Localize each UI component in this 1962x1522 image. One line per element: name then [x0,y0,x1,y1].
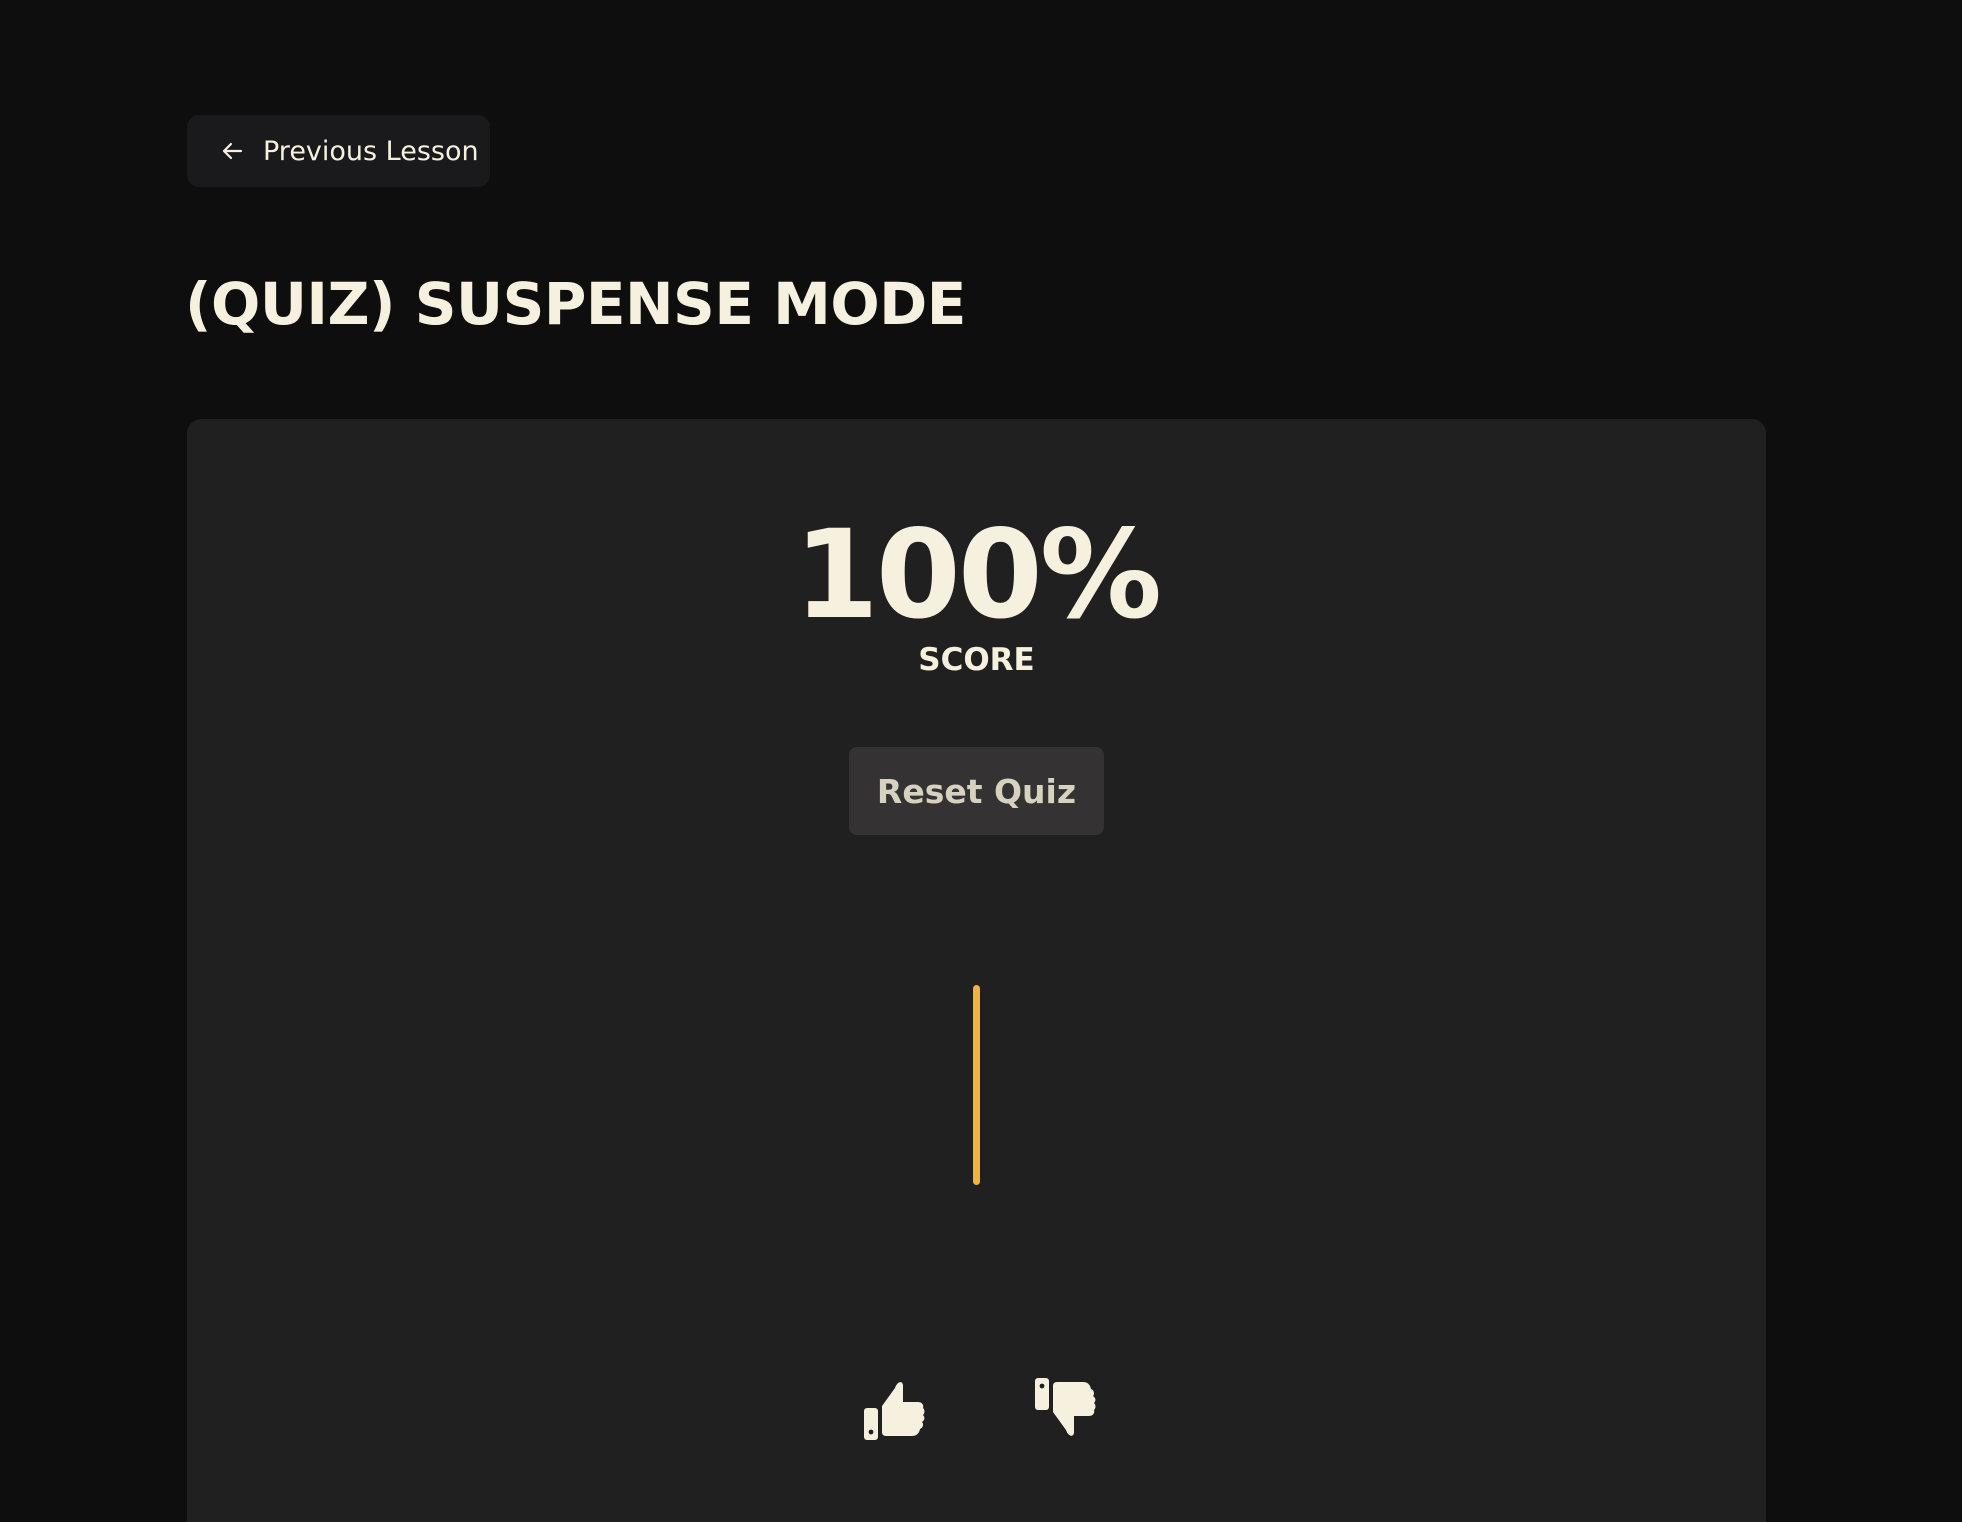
loading-indicator [973,985,980,1185]
previous-lesson-label: Previous Lesson [263,135,479,167]
score-value: 100% [794,504,1162,646]
page-title: (QUIZ) SUSPENSE MODE [185,270,966,338]
thumbs-down-button[interactable] [1030,1374,1100,1444]
thumbs-up-button[interactable] [859,1374,929,1444]
thumbs-down-icon [1035,1378,1096,1436]
reset-quiz-button[interactable]: Reset Quiz [849,747,1104,835]
previous-lesson-button[interactable]: Previous Lesson [187,115,490,187]
score-label: SCORE [918,642,1035,678]
quiz-result-card: 100% SCORE Reset Quiz [187,419,1766,1522]
thumbs-up-icon [864,1382,925,1440]
arrow-left-icon [219,138,245,164]
page: Previous Lesson (QUIZ) SUSPENSE MODE 100… [0,0,1962,1522]
